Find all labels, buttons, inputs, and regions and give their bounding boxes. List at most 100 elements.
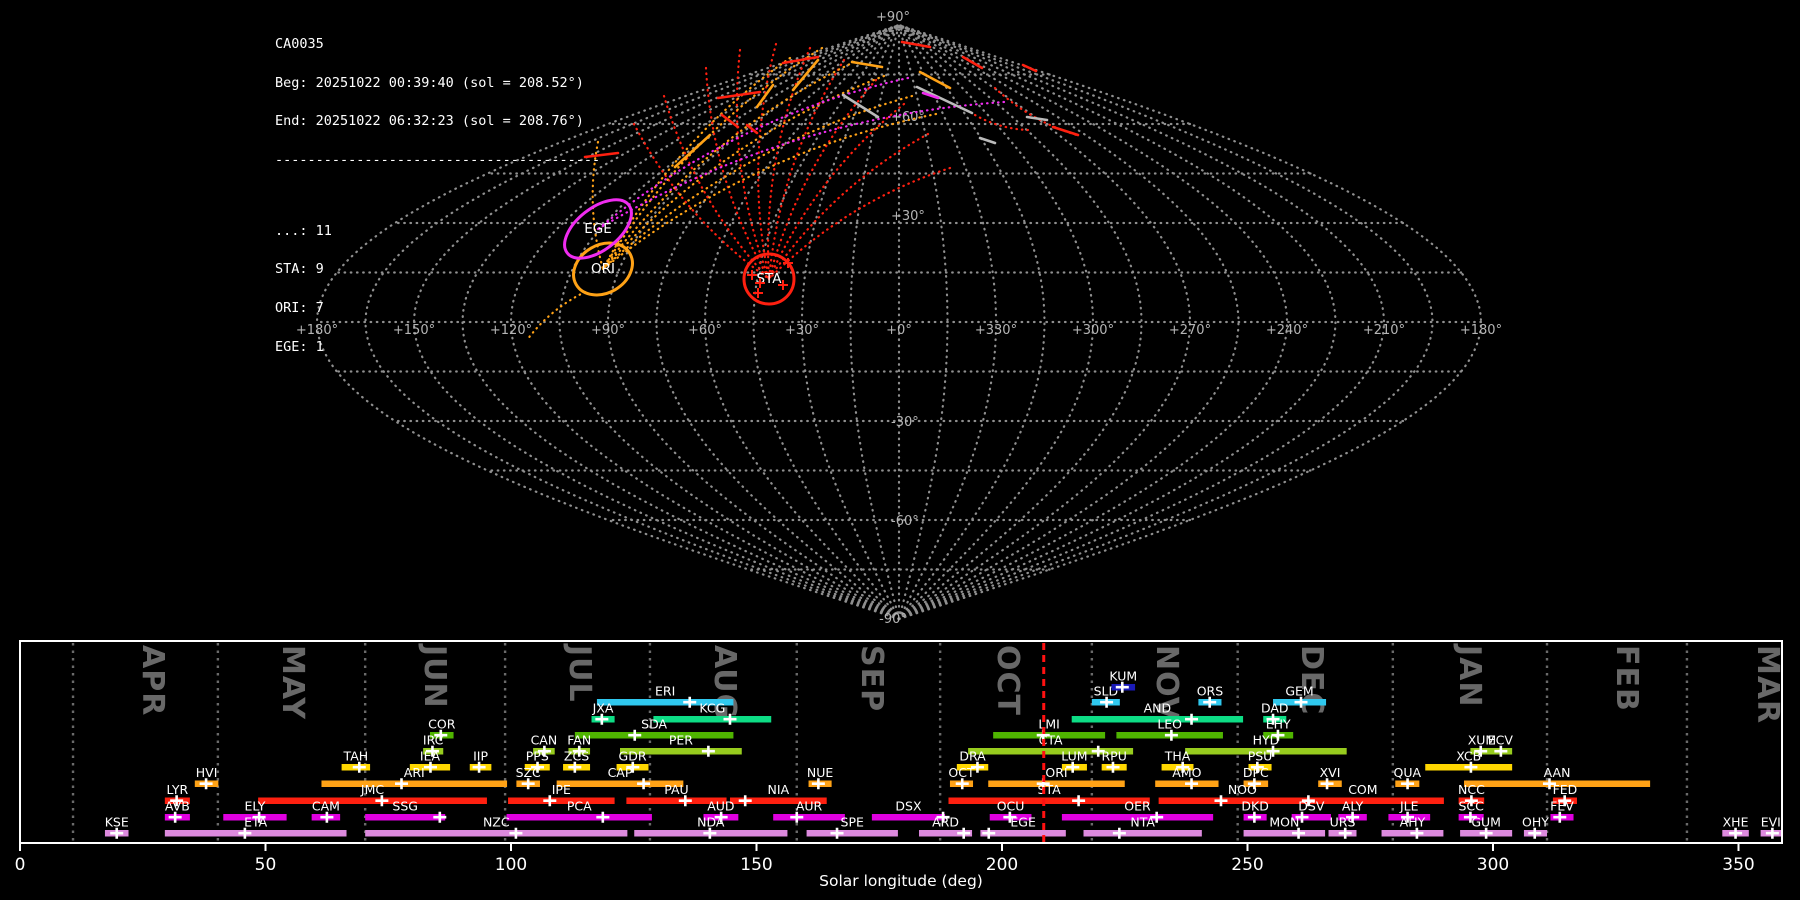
lon-label: +300° [1072, 323, 1114, 338]
shower-label-ocu: OCU [997, 799, 1025, 814]
shower-label-ari: ARI [404, 765, 425, 780]
lat-label: +30° [891, 209, 925, 224]
shower-label-ahy: AHY [1400, 815, 1426, 830]
shower-bar-ipe [508, 797, 615, 804]
shower-label-oer: OER [1124, 799, 1151, 814]
shower-label-ssg: SSG [392, 799, 418, 814]
shower-label-kcg: KCG [699, 701, 725, 716]
lat-label: -30° [891, 415, 919, 430]
x-tick-label: 250 [1231, 855, 1263, 875]
meteor-segment [900, 40, 932, 49]
shower-label-kum: KUM [1109, 669, 1137, 684]
meteor-segment [918, 70, 952, 90]
count-ege: EGE: 1 [275, 338, 324, 355]
shower-label-eri: ERI [655, 684, 675, 699]
shower-label-mon: MON [1269, 815, 1299, 830]
shower-label-pca: PCA [567, 799, 592, 814]
shower-label-fed: FED [1553, 782, 1578, 797]
shower-label-ege: EGE [1010, 815, 1036, 830]
shower-label-dra: DRA [959, 749, 986, 764]
shower-label-scc: SCC [1458, 799, 1484, 814]
shower-label-ncc: NCC [1458, 782, 1485, 797]
shower-bar-aur [773, 814, 845, 821]
shower-label-hyd: HYD [1253, 733, 1280, 748]
shower-label-cor: COR [428, 717, 456, 732]
shower-bar-eta [164, 830, 347, 837]
x-tick-label: 0 [15, 855, 26, 875]
shower-label-dpc: DPC [1243, 765, 1269, 780]
shower-label-nta: NTA [1130, 815, 1155, 830]
shower-label-ely: ELY [245, 799, 266, 814]
station-id: CA0035 [275, 35, 324, 52]
shower-label-irc: IRC [423, 733, 444, 748]
shower-label-ori: ORI [1045, 765, 1067, 780]
end-time: End: 20251022 06:32:23 (sol = 208.76°) [275, 113, 584, 130]
shower-label-dkd: DKD [1241, 799, 1268, 814]
shower-bar-sta [948, 797, 1150, 804]
shower-bar-jmc [258, 797, 487, 804]
meteor-segment [755, 83, 775, 109]
shower-label-evi: EVI [1761, 815, 1781, 830]
shower-bar-nta [1083, 830, 1202, 837]
meteor-segment [1025, 115, 1049, 122]
month-label-may: MAY [275, 645, 310, 720]
meteor-trail [735, 48, 771, 281]
shower-label-psu: PSU [1248, 749, 1273, 764]
lon-label: +210° [1363, 323, 1405, 338]
month-label-jun: JUN [417, 643, 452, 709]
month-label-oct: OCT [990, 645, 1025, 716]
shower-label-avb: AVB [165, 799, 190, 814]
meteor-trail [973, 113, 1030, 132]
shower-label-sda: SDA [641, 717, 667, 732]
sky-map-and-timeline: +180° +150° +120° +90° +60° +30° +0° +330° +300°… [15, 10, 1786, 890]
shower-peak-marker-ege [982, 827, 996, 839]
shower-label-fev: FEV [1550, 799, 1574, 814]
lon-label: +0° [886, 323, 912, 338]
shower-label-can: CAN [531, 733, 558, 748]
shower-label-lum: LUM [1061, 749, 1087, 764]
x-tick-label: 200 [986, 855, 1018, 875]
shower-label-urs: URS [1330, 815, 1356, 830]
grid-meridian [752, 23, 901, 621]
shower-label-noo: NOO [1228, 782, 1257, 797]
shower-peak-marker-nia [738, 795, 752, 807]
month-label-feb: FEB [1609, 645, 1644, 712]
shower-peak-marker-sta [1072, 795, 1086, 807]
shower-label-jmc: JMC [360, 782, 384, 797]
shower-label-lyr: LYR [167, 782, 189, 797]
shower-peak-marker-ard [957, 827, 971, 839]
lon-label: +60° [688, 323, 722, 338]
shower-label-com: COM [1348, 782, 1377, 797]
shower-label-amo: AMO [1172, 765, 1201, 780]
shower-label-sta: STA [1038, 782, 1062, 797]
shower-label-dsx: DSX [895, 799, 922, 814]
shower-label-qua: QUA [1394, 765, 1422, 780]
shower-label-hvi: HVI [196, 765, 218, 780]
lat-label: +90° [876, 10, 910, 25]
meteor-segment [915, 85, 974, 115]
shower-label-eta: ETA [244, 815, 268, 830]
shower-label-jle: JLE [1399, 799, 1419, 814]
shower-label-xvi: XVI [1320, 765, 1341, 780]
shower-label-aan: AAN [1544, 765, 1571, 780]
shower-label-gdr: GDR [619, 749, 647, 764]
shower-label-leo: LEO [1157, 717, 1182, 732]
grid-meridian [897, 23, 1240, 621]
shower-bar-pca [506, 814, 652, 821]
x-tick-label: 350 [1722, 855, 1754, 875]
shower-label-dsv: DSV [1298, 799, 1325, 814]
shower-label-gum: GUM [1471, 815, 1501, 830]
x-axis-title: Solar longitude (deg) [819, 872, 983, 890]
x-tick-label: 300 [1477, 855, 1509, 875]
month-label-jan: JAN [1452, 643, 1487, 708]
shower-peak-marker-cap [637, 778, 651, 790]
shower-peak-marker-nzc [509, 827, 523, 839]
shower-label-ohy: OHY [1522, 815, 1549, 830]
shower-bar-kcg [653, 716, 772, 723]
shower-label-nue: NUE [807, 765, 833, 780]
shower-bar-ari [321, 780, 508, 787]
shower-label-gem: GEM [1285, 684, 1313, 699]
count-sporadic: ...: 11 [275, 222, 332, 239]
meteor-trail [601, 74, 886, 271]
lon-label: +240° [1266, 323, 1308, 338]
